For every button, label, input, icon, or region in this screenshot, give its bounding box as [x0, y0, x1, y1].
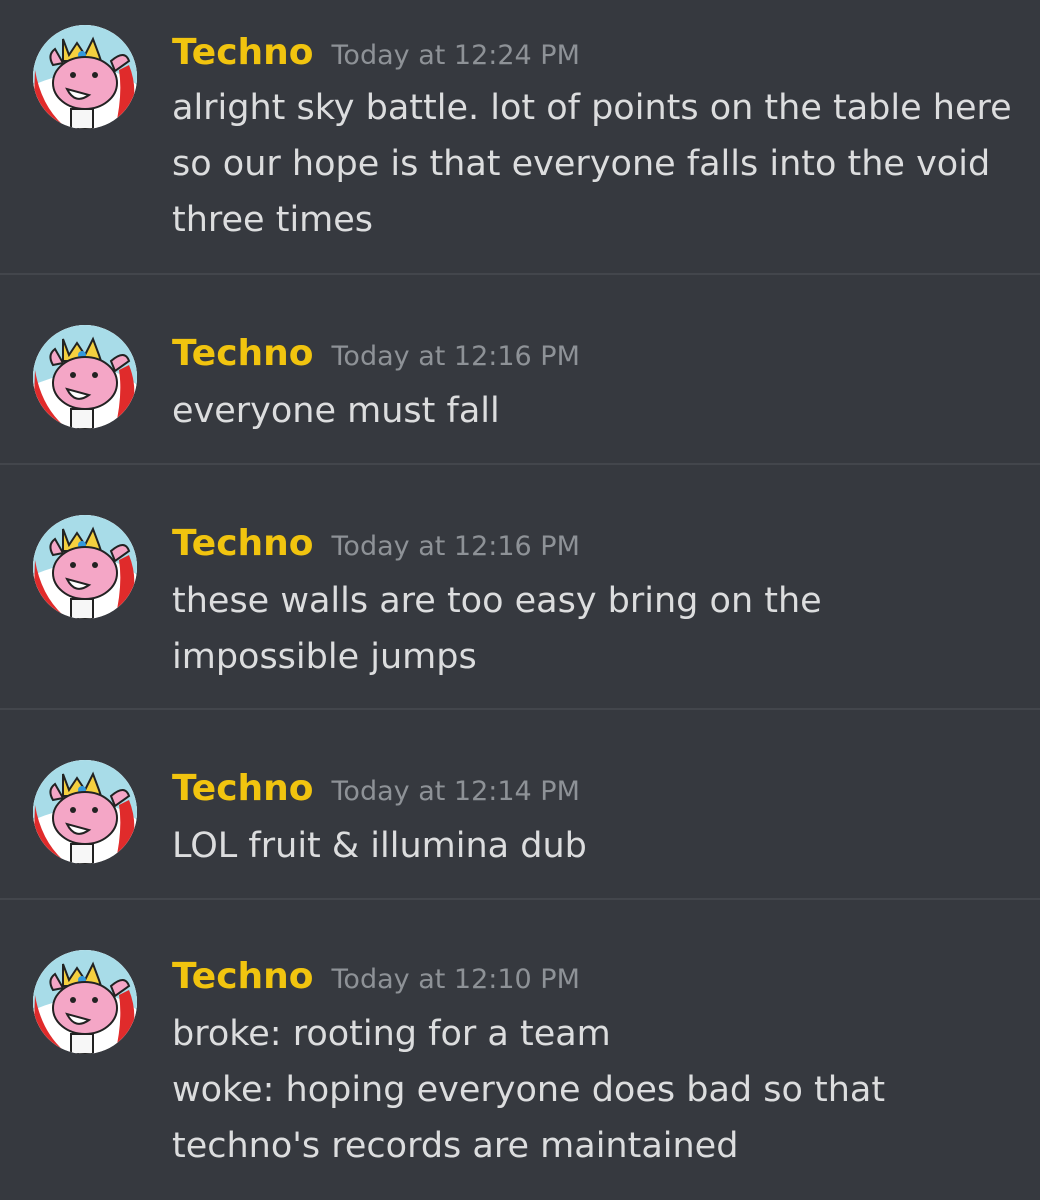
author-name[interactable]: Techno [172, 333, 314, 374]
message-line: three times [172, 200, 374, 240]
pig-with-crown-avatar[interactable] [33, 25, 137, 129]
author-name[interactable]: Techno [172, 768, 314, 809]
pig-with-crown-avatar[interactable] [33, 325, 137, 429]
pig-with-crown-avatar[interactable] [33, 950, 137, 1054]
message-item: Techno Today at 12:10 PM broke: rooting f… [0, 898, 1040, 1200]
message-line: woke: hoping everyone does bad so that [172, 1070, 886, 1110]
message-line: LOL fruit & illumina dub [172, 826, 587, 866]
message-line: impossible jumps [172, 637, 477, 677]
message-item: Techno Today at 12:16 PM everyone must fa… [0, 273, 1040, 463]
pig-with-crown-avatar[interactable] [33, 760, 137, 864]
timestamp: Today at 12:24 PM [331, 40, 580, 71]
message-content: LOL fruit & illumina dub [172, 818, 1022, 874]
timestamp: Today at 12:14 PM [331, 776, 580, 807]
message-item: Techno Today at 12:24 PM alright sky batt… [0, 0, 1040, 273]
author-name[interactable]: Techno [172, 956, 314, 997]
message-item: Techno Today at 12:16 PM these walls are … [0, 463, 1040, 708]
message-line: everyone must fall [172, 391, 500, 431]
message-line: broke: rooting for a team [172, 1014, 611, 1054]
message-content: everyone must fall [172, 383, 1022, 439]
timestamp: Today at 12:10 PM [331, 964, 580, 995]
message-line: so our hope is that everyone falls into … [172, 144, 991, 184]
message-content: these walls are too easy bring on the im… [172, 573, 1022, 685]
message-line: these walls are too easy bring on the [172, 581, 822, 621]
author-name[interactable]: Techno [172, 32, 314, 73]
message-feed: Techno Today at 12:24 PM alright sky batt… [0, 0, 1040, 1200]
timestamp: Today at 12:16 PM [331, 341, 580, 372]
author-name[interactable]: Techno [172, 523, 314, 564]
timestamp: Today at 12:16 PM [331, 531, 580, 562]
message-content: alright sky battle. lot of points on the… [172, 80, 1022, 248]
message-content: broke: rooting for a team woke: hoping e… [172, 1006, 1022, 1174]
pig-with-crown-avatar[interactable] [33, 515, 137, 619]
message-item: Techno Today at 12:14 PM LOL fruit & illu… [0, 708, 1040, 898]
message-line: techno's records are maintained [172, 1126, 739, 1166]
message-line: alright sky battle. lot of points on the… [172, 88, 1012, 128]
